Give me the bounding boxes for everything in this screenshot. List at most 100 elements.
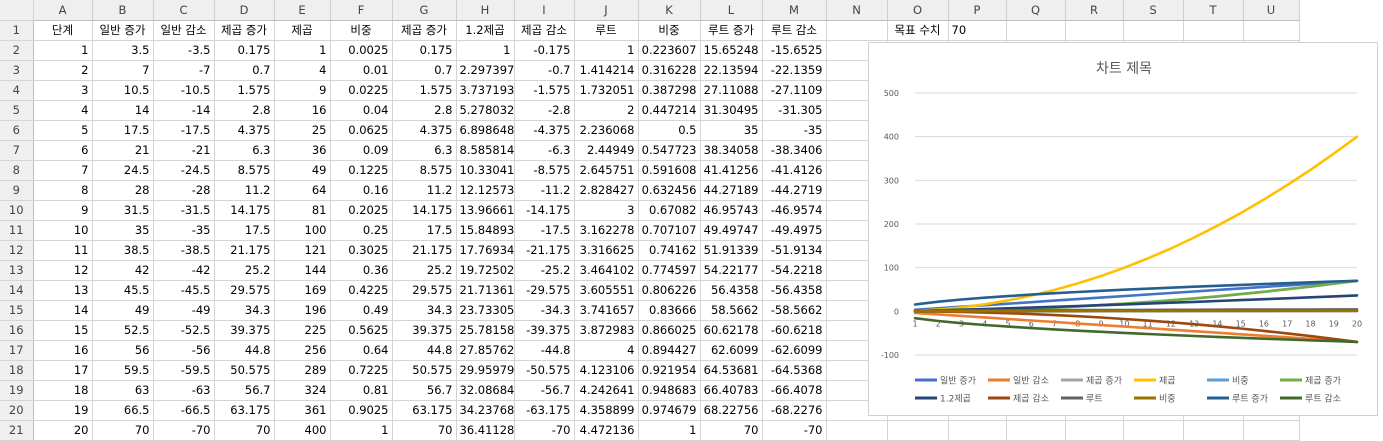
- cell[interactable]: -59.5: [153, 360, 214, 380]
- row-header[interactable]: 19: [0, 380, 33, 400]
- cell[interactable]: -21.175: [514, 240, 574, 260]
- cell[interactable]: 3.464102: [574, 260, 638, 280]
- cell[interactable]: -44.2719: [762, 180, 826, 200]
- cell[interactable]: [1065, 420, 1123, 440]
- cell[interactable]: 56.7: [392, 380, 456, 400]
- cell[interactable]: 3.872983: [574, 320, 638, 340]
- cell[interactable]: 7: [33, 160, 92, 180]
- header-cell[interactable]: 일반 증가: [92, 20, 153, 40]
- cell[interactable]: -70: [514, 420, 574, 440]
- cell[interactable]: 22.13594: [700, 60, 762, 80]
- cell[interactable]: 0.921954: [638, 360, 700, 380]
- cell[interactable]: 4.375: [392, 120, 456, 140]
- cell[interactable]: -62.6099: [762, 340, 826, 360]
- cell[interactable]: 21.175: [214, 240, 274, 260]
- cell[interactable]: [1123, 420, 1183, 440]
- header-cell[interactable]: 루트 증가: [700, 20, 762, 40]
- cell[interactable]: 10.33041: [456, 160, 514, 180]
- cell[interactable]: -35: [762, 120, 826, 140]
- cell[interactable]: 0.1225: [330, 160, 392, 180]
- cell[interactable]: 9: [33, 200, 92, 220]
- cell[interactable]: [826, 420, 887, 440]
- cell[interactable]: 1: [638, 420, 700, 440]
- row-header[interactable]: 7: [0, 140, 33, 160]
- header-cell[interactable]: 단계: [33, 20, 92, 40]
- column-header-s[interactable]: S: [1123, 0, 1183, 20]
- cell[interactable]: 0.223607: [638, 40, 700, 60]
- cell[interactable]: 5: [33, 120, 92, 140]
- cell[interactable]: -56.4358: [762, 280, 826, 300]
- row-header[interactable]: 15: [0, 300, 33, 320]
- cell[interactable]: 27.11088: [700, 80, 762, 100]
- cell[interactable]: 20: [33, 420, 92, 440]
- cell[interactable]: 19: [33, 400, 92, 420]
- cell[interactable]: -49: [153, 300, 214, 320]
- cell[interactable]: 25.2: [392, 260, 456, 280]
- header-cell[interactable]: 1.2제곱: [456, 20, 514, 40]
- cell[interactable]: -41.4126: [762, 160, 826, 180]
- cell[interactable]: 15.84893: [456, 220, 514, 240]
- cell[interactable]: 2.236068: [574, 120, 638, 140]
- cell[interactable]: 38.34058: [700, 140, 762, 160]
- cell[interactable]: 1: [330, 420, 392, 440]
- cell[interactable]: [1006, 420, 1065, 440]
- cell[interactable]: 4.472136: [574, 420, 638, 440]
- header-cell[interactable]: 제곱 감소: [514, 20, 574, 40]
- cell[interactable]: 0.591608: [638, 160, 700, 180]
- target-value-cell[interactable]: 70: [948, 20, 1006, 40]
- cell[interactable]: [887, 420, 948, 440]
- cell[interactable]: 0.09: [330, 140, 392, 160]
- cell[interactable]: 2: [33, 60, 92, 80]
- cell[interactable]: 64.53681: [700, 360, 762, 380]
- cell[interactable]: 1: [574, 40, 638, 60]
- cell[interactable]: 70: [214, 420, 274, 440]
- header-cell[interactable]: 일반 감소: [153, 20, 214, 40]
- column-header-c[interactable]: C: [153, 0, 214, 20]
- cell[interactable]: -44.8: [514, 340, 574, 360]
- cell[interactable]: 38.5: [92, 240, 153, 260]
- cell[interactable]: 0.7: [392, 60, 456, 80]
- column-header-j[interactable]: J: [574, 0, 638, 20]
- cell[interactable]: 0.83666: [638, 300, 700, 320]
- cell[interactable]: 0.16: [330, 180, 392, 200]
- cell[interactable]: 2.297397: [456, 60, 514, 80]
- column-header-a[interactable]: A: [33, 0, 92, 20]
- cell[interactable]: 0.04: [330, 100, 392, 120]
- cell[interactable]: 4: [33, 100, 92, 120]
- cell[interactable]: [1243, 20, 1299, 40]
- cell[interactable]: 54.22177: [700, 260, 762, 280]
- cell[interactable]: 11.2: [214, 180, 274, 200]
- column-header-m[interactable]: M: [762, 0, 826, 20]
- cell[interactable]: 49: [274, 160, 330, 180]
- cell[interactable]: -0.7: [514, 60, 574, 80]
- row-header[interactable]: 2: [0, 40, 33, 60]
- cell[interactable]: 29.575: [392, 280, 456, 300]
- cell[interactable]: 41.41256: [700, 160, 762, 180]
- cell[interactable]: -25.2: [514, 260, 574, 280]
- cell[interactable]: 0.5625: [330, 320, 392, 340]
- cell[interactable]: 6.3: [214, 140, 274, 160]
- cell[interactable]: 35: [700, 120, 762, 140]
- cell[interactable]: 62.6099: [700, 340, 762, 360]
- cell[interactable]: 3.316625: [574, 240, 638, 260]
- cell[interactable]: -8.575: [514, 160, 574, 180]
- column-header-p[interactable]: P: [948, 0, 1006, 20]
- cell[interactable]: 45.5: [92, 280, 153, 300]
- cell[interactable]: -54.2218: [762, 260, 826, 280]
- cell[interactable]: 6.3: [392, 140, 456, 160]
- cell[interactable]: 21.175: [392, 240, 456, 260]
- cell[interactable]: 3: [33, 80, 92, 100]
- cell[interactable]: 14: [33, 300, 92, 320]
- cell[interactable]: [826, 20, 887, 40]
- target-label-cell[interactable]: 목표 수치: [887, 20, 948, 40]
- cell[interactable]: 17.5: [214, 220, 274, 240]
- cell[interactable]: 12: [33, 260, 92, 280]
- cell[interactable]: 0.81: [330, 380, 392, 400]
- cell[interactable]: 6.898648: [456, 120, 514, 140]
- row-header[interactable]: 21: [0, 420, 33, 440]
- cell[interactable]: 24.5: [92, 160, 153, 180]
- cell[interactable]: -31.305: [762, 100, 826, 120]
- cell[interactable]: 63: [92, 380, 153, 400]
- cell[interactable]: -27.1109: [762, 80, 826, 100]
- cell[interactable]: -66.5: [153, 400, 214, 420]
